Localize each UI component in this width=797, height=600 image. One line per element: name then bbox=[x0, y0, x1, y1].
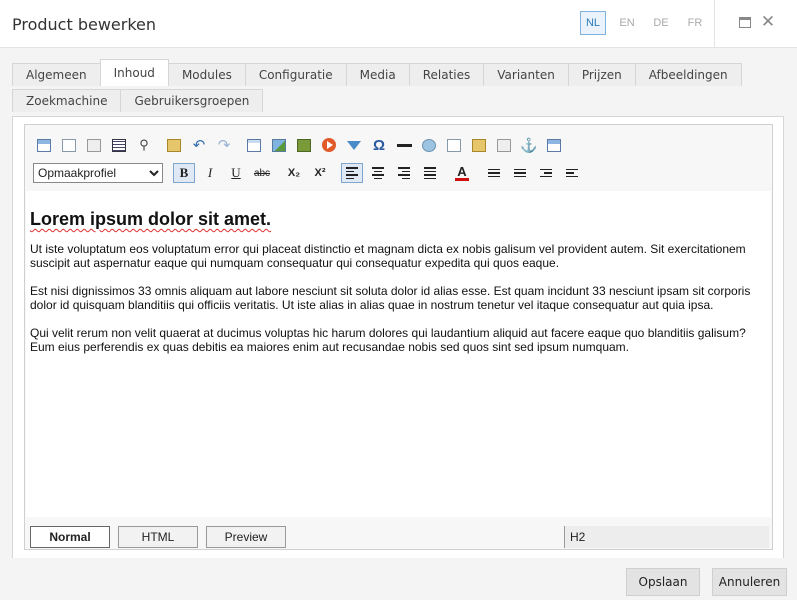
tab-relaties[interactable]: Relaties bbox=[408, 63, 485, 86]
close-icon[interactable]: ✕ bbox=[760, 13, 776, 30]
maximize-icon[interactable] bbox=[737, 14, 753, 30]
select-all-icon[interactable] bbox=[108, 135, 130, 155]
tab-zoekmachine[interactable]: Zoekmachine bbox=[12, 89, 122, 112]
editor-content[interactable]: Lorem ipsum dolor sit amet. Ut iste volu… bbox=[26, 191, 771, 517]
dialog-title: Product bewerken bbox=[12, 15, 157, 34]
spellcheck-icon[interactable] bbox=[83, 135, 105, 155]
tab-prijzen[interactable]: Prijzen bbox=[567, 63, 636, 86]
dialog-footer: Opslaan Annuleren bbox=[0, 558, 797, 600]
italic-button[interactable]: I bbox=[199, 163, 221, 183]
editor-toolbar-2: Opmaakprofiel B I U abc X₂ X² A bbox=[33, 163, 587, 183]
tab-configuratie[interactable]: Configuratie bbox=[244, 63, 347, 86]
subscript-button[interactable]: X₂ bbox=[283, 163, 305, 183]
anchor-icon[interactable]: ⚓ bbox=[518, 135, 540, 155]
tab-inhoud[interactable]: Inhoud bbox=[99, 59, 169, 86]
content-paragraph-2[interactable]: Est nisi dignissimos 33 omnis aliquam au… bbox=[30, 284, 767, 312]
tab-row-1: Algemeen Inhoud Modules Configuratie Med… bbox=[12, 59, 742, 86]
tab-algemeen[interactable]: Algemeen bbox=[12, 63, 101, 86]
source-icon[interactable] bbox=[33, 135, 55, 155]
redo-icon[interactable]: ↷ bbox=[213, 135, 235, 155]
tab-afbeeldingen[interactable]: Afbeeldingen bbox=[634, 63, 742, 86]
paste-icon[interactable] bbox=[163, 135, 185, 155]
lang-en[interactable]: EN bbox=[614, 11, 640, 35]
dialog-header: Product bewerken NL EN DE FR ✕ bbox=[0, 0, 797, 48]
filter-icon[interactable] bbox=[343, 135, 365, 155]
lang-de[interactable]: DE bbox=[648, 11, 674, 35]
font-color-glyph: A bbox=[455, 163, 469, 181]
lang-nl[interactable]: NL bbox=[580, 11, 606, 35]
strikethrough-button[interactable]: abc bbox=[251, 163, 273, 183]
bold-button[interactable]: B bbox=[173, 163, 195, 183]
new-page-icon[interactable] bbox=[443, 135, 465, 155]
format-select[interactable]: Opmaakprofiel bbox=[33, 163, 163, 183]
save-button[interactable]: Opslaan bbox=[626, 568, 700, 596]
copy-icon[interactable] bbox=[468, 135, 490, 155]
tab-modules[interactable]: Modules bbox=[167, 63, 246, 86]
lang-fr[interactable]: FR bbox=[682, 11, 708, 35]
rich-text-editor: ⚲ ↶ ↷ Ω ⚓ Opmaakprofiel B I U abc X₂ X² … bbox=[24, 124, 773, 550]
mode-html-button[interactable]: HTML bbox=[118, 526, 198, 548]
underline-button[interactable]: U bbox=[225, 163, 247, 183]
mode-preview-button[interactable]: Preview bbox=[206, 526, 286, 548]
header-divider bbox=[714, 0, 715, 48]
undo-icon[interactable]: ↶ bbox=[188, 135, 210, 155]
link-icon[interactable] bbox=[418, 135, 440, 155]
tab-varianten[interactable]: Varianten bbox=[483, 63, 569, 86]
bullet-list-icon[interactable] bbox=[509, 163, 531, 183]
tab-row-2: Zoekmachine Gebruikersgroepen bbox=[12, 89, 264, 112]
window-icon[interactable] bbox=[543, 135, 565, 155]
horizontal-rule-icon[interactable] bbox=[393, 135, 415, 155]
editor-mode-bar: Normal HTML Preview H2 bbox=[26, 517, 771, 549]
font-color-icon[interactable]: A bbox=[451, 163, 473, 183]
table-icon[interactable] bbox=[243, 135, 265, 155]
align-justify-icon[interactable] bbox=[419, 163, 441, 183]
media-icon[interactable] bbox=[293, 135, 315, 155]
align-center-icon[interactable] bbox=[367, 163, 389, 183]
language-switcher: NL EN DE FR bbox=[580, 11, 708, 35]
outdent-icon[interactable] bbox=[535, 163, 557, 183]
find-icon[interactable]: ⚲ bbox=[133, 135, 155, 155]
image-icon[interactable] bbox=[268, 135, 290, 155]
superscript-button[interactable]: X² bbox=[309, 163, 331, 183]
content-paragraph-1[interactable]: Ut iste voluptatum eos voluptatum error … bbox=[30, 242, 767, 270]
cancel-button[interactable]: Annuleren bbox=[712, 568, 787, 596]
editor-toolbar-1: ⚲ ↶ ↷ Ω ⚓ bbox=[33, 135, 568, 155]
mode-normal-button[interactable]: Normal bbox=[30, 526, 110, 548]
indent-icon[interactable] bbox=[561, 163, 583, 183]
element-path-status: H2 bbox=[564, 526, 769, 548]
special-char-icon[interactable]: Ω bbox=[368, 135, 390, 155]
letter-icon[interactable] bbox=[493, 135, 515, 155]
content-paragraph-3[interactable]: Qui velit rerum non velit quaerat at duc… bbox=[30, 326, 767, 354]
content-heading[interactable]: Lorem ipsum dolor sit amet. bbox=[30, 209, 767, 230]
tab-gebruikersgroepen[interactable]: Gebruikersgroepen bbox=[120, 89, 264, 112]
numbered-list-icon[interactable] bbox=[483, 163, 505, 183]
align-left-icon[interactable] bbox=[341, 163, 363, 183]
align-right-icon[interactable] bbox=[393, 163, 415, 183]
video-icon[interactable] bbox=[318, 135, 340, 155]
templates-icon[interactable] bbox=[58, 135, 80, 155]
tab-media[interactable]: Media bbox=[345, 63, 410, 86]
